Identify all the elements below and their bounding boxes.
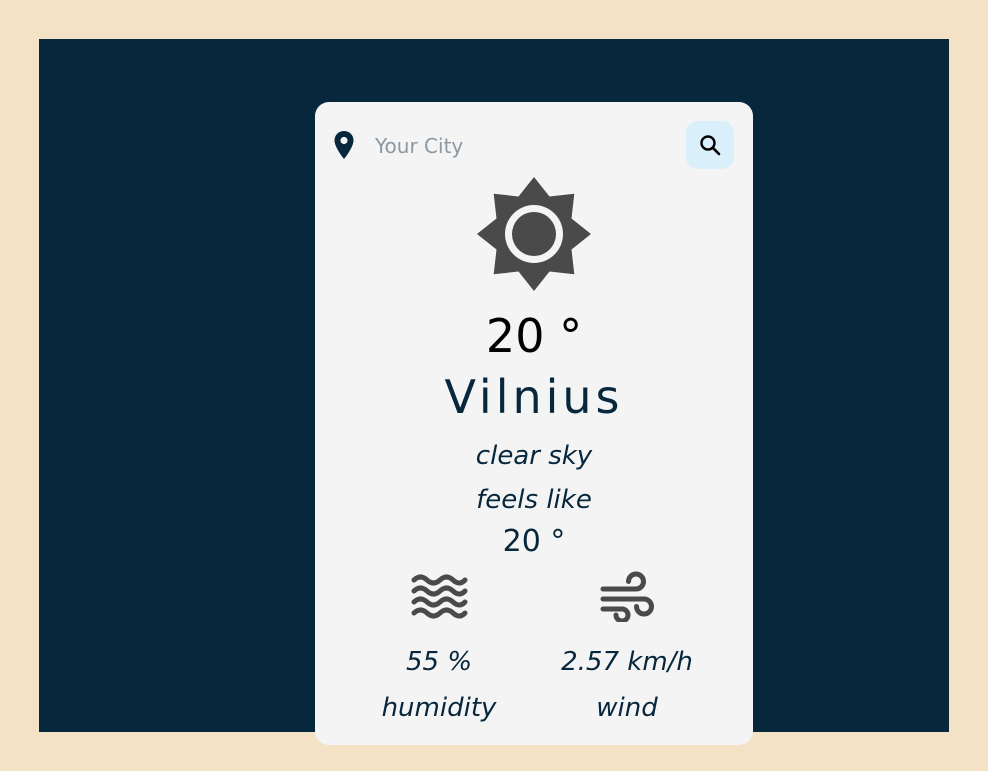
wind-stat: 2.57 km/h wind — [527, 564, 727, 728]
temperature-value: 20 ° — [485, 309, 583, 363]
map-pin-icon — [334, 131, 354, 159]
weather-description: clear sky — [475, 441, 593, 471]
weather-card: 20 ° Vilnius clear sky feels like 20 ° 5… — [315, 102, 753, 745]
city-search-input[interactable] — [375, 129, 665, 163]
humidity-stat: 55 % humidity — [339, 564, 539, 728]
sun-icon — [477, 177, 591, 291]
humidity-value: 55 % — [405, 647, 473, 677]
waves-icon — [411, 574, 468, 619]
search-icon — [700, 135, 721, 156]
feels-like-label: feels like — [476, 485, 592, 515]
wind-label: wind — [596, 693, 658, 723]
search-button[interactable] — [686, 121, 734, 169]
humidity-label: humidity — [381, 693, 497, 723]
feels-like-value: 20 ° — [502, 524, 566, 559]
city-name: Vilnius — [444, 370, 624, 424]
app-background: 20 ° Vilnius clear sky feels like 20 ° 5… — [39, 39, 949, 745]
wind-icon — [600, 571, 654, 622]
wind-value: 2.57 km/h — [561, 647, 693, 677]
